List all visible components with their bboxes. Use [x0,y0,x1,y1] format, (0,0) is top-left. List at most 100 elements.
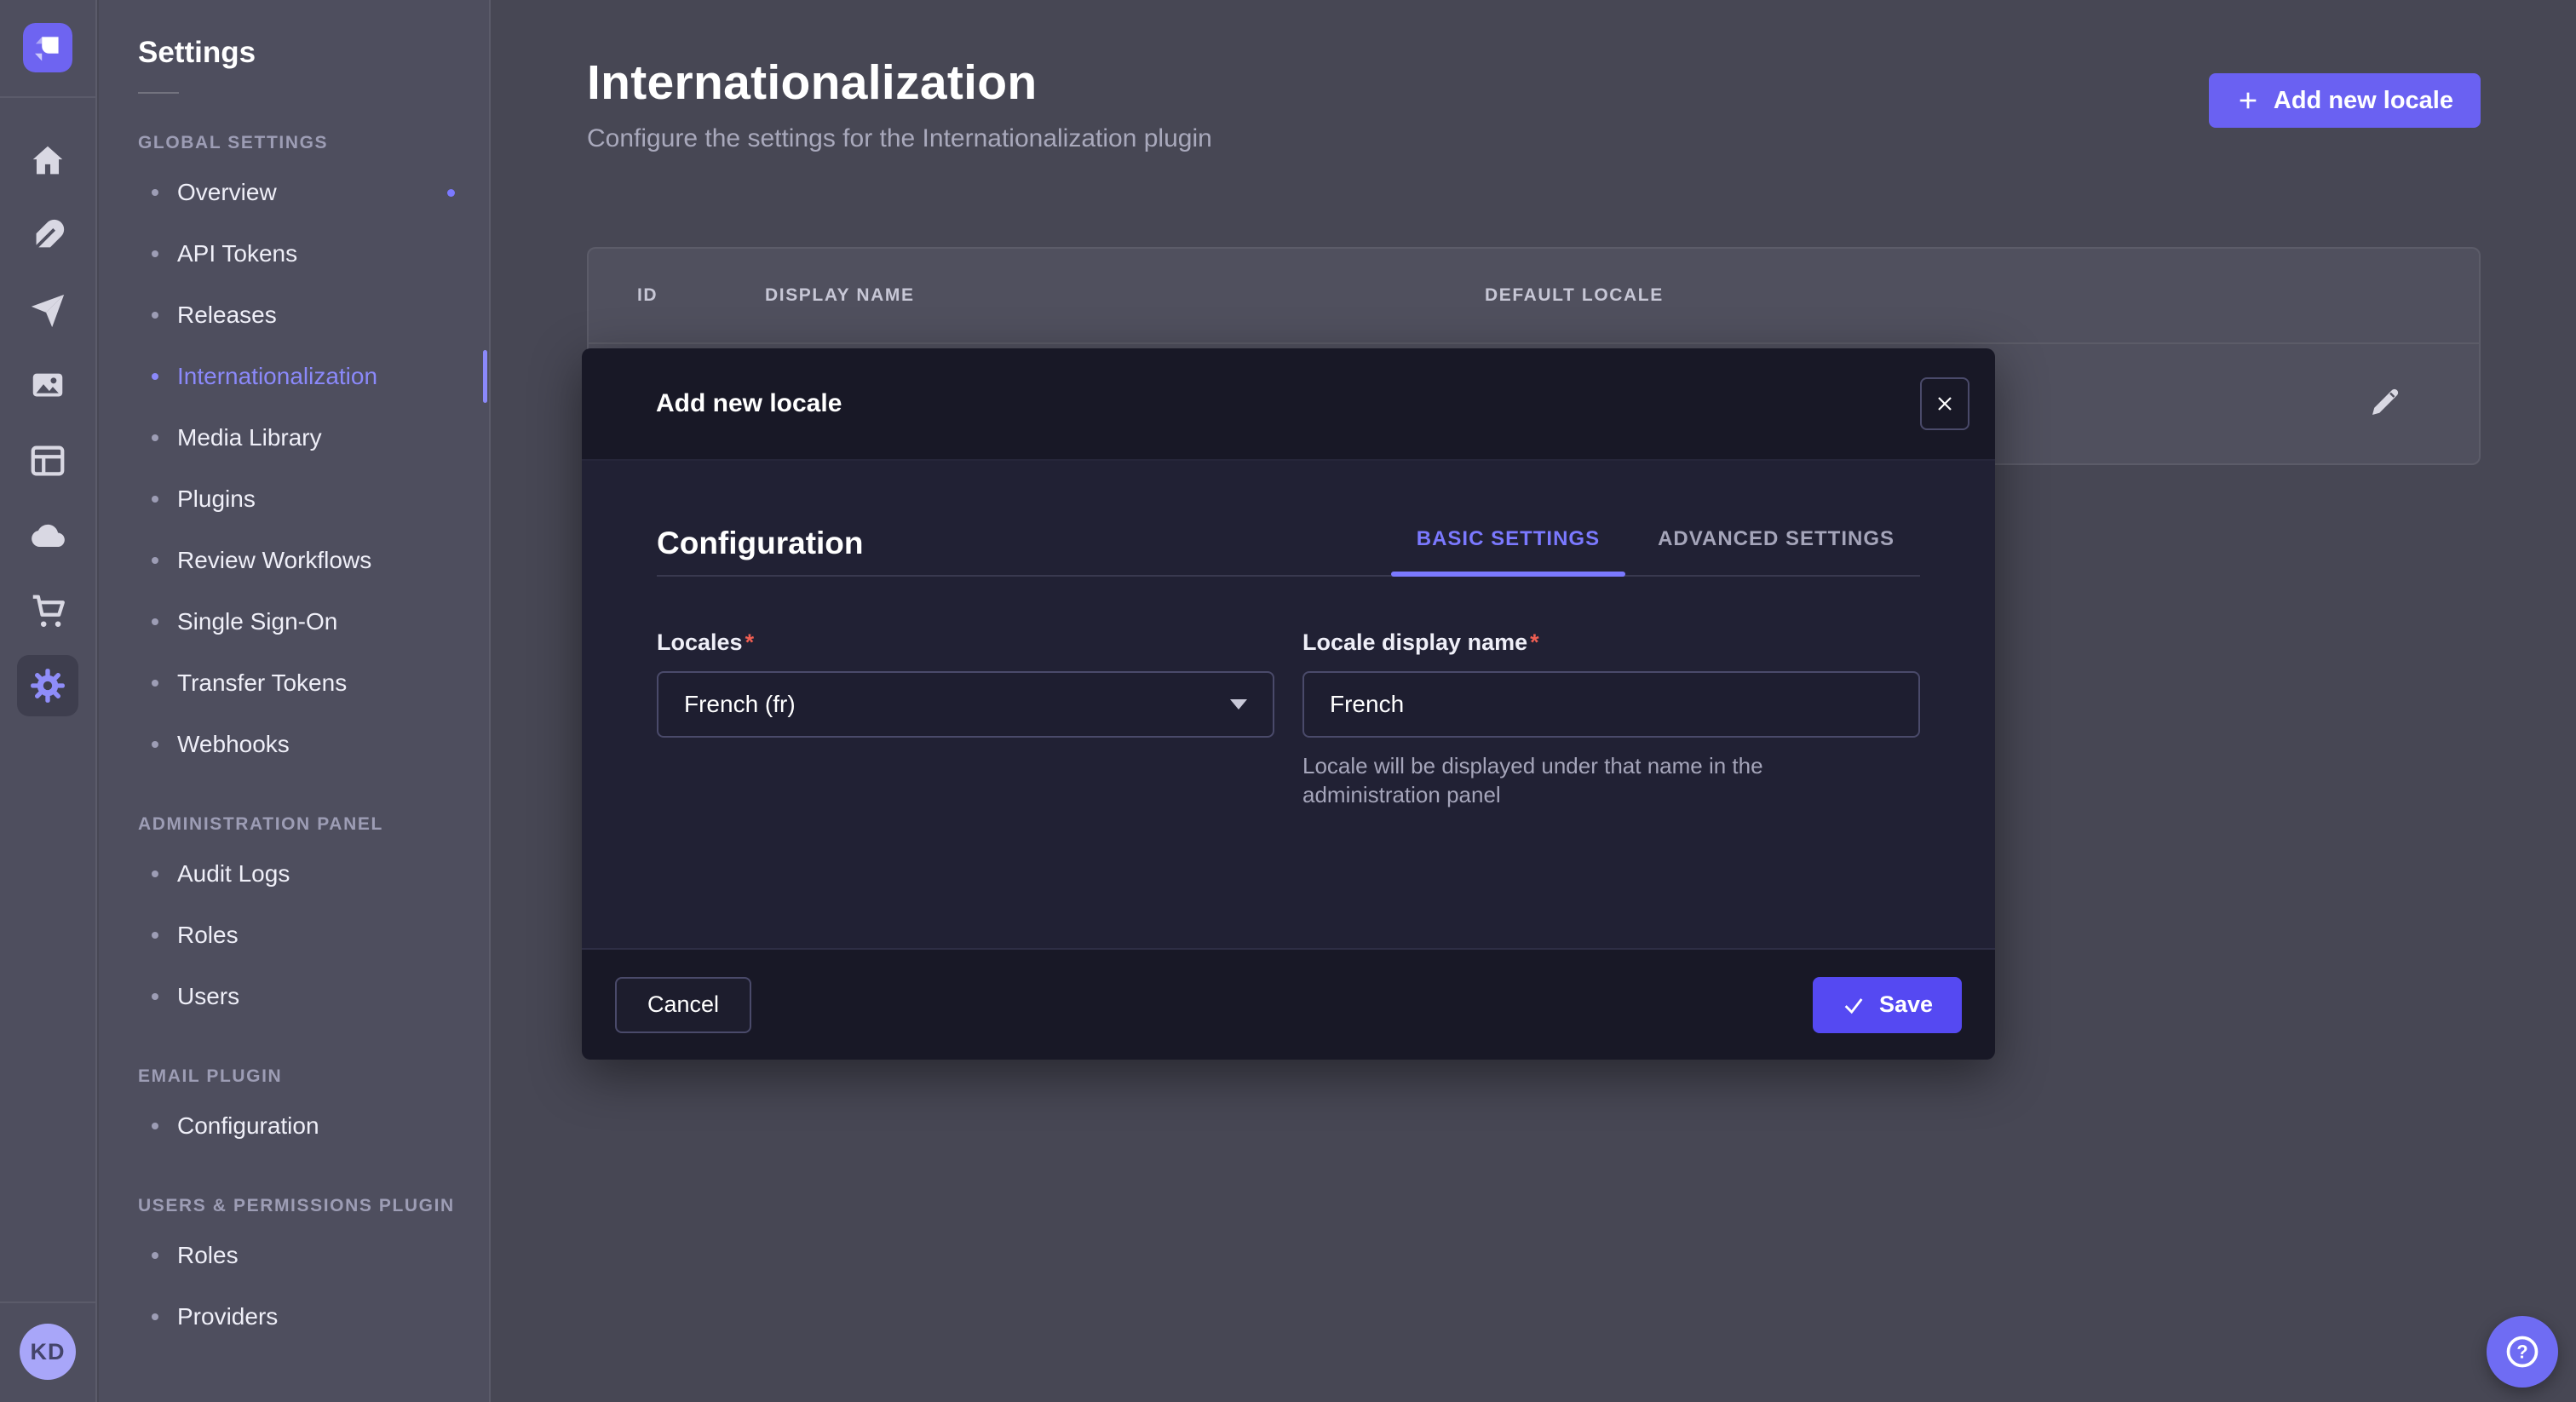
sidebar-item-single-sign-on[interactable]: Single Sign-On [99,591,489,652]
sidebar-item-email-configuration[interactable]: Configuration [99,1095,489,1157]
page-title: Internationalization [587,55,2481,111]
column-default-locale: DEFAULT LOCALE [1485,285,1664,306]
bullet [152,312,158,319]
bullet [152,189,158,196]
cloud-icon [28,516,67,555]
sidebar-item-overview[interactable]: Overview [99,162,489,223]
bullet [152,250,158,257]
modal-tabs: BASIC SETTINGS ADVANCED SETTINGS [1391,527,1920,575]
avatar-initials: KD [31,1339,66,1365]
sidebar-item-media-library[interactable]: Media Library [99,407,489,468]
bullet [152,932,158,939]
bullet [152,1123,158,1129]
modal-footer: Cancel Save [582,948,1995,1060]
locales-select[interactable]: French (fr) [657,671,1274,738]
nav-media-button[interactable] [17,348,78,423]
nav-content-button[interactable] [17,198,78,273]
cancel-button[interactable]: Cancel [615,977,751,1033]
users-permissions-menu: Roles Providers [99,1225,489,1347]
bullet [152,618,158,625]
locales-field: Locales* French (fr) [657,629,1274,809]
sidebar-item-plugins[interactable]: Plugins [99,468,489,530]
page-subtitle: Configure the settings for the Internati… [587,124,2481,153]
bullet [152,496,158,503]
bullet [152,434,158,441]
nav-deploy-button[interactable] [17,498,78,573]
section-global-settings: GLOBAL SETTINGS [138,133,489,153]
configuration-title: Configuration [657,526,864,561]
sidebar-item-releases[interactable]: Releases [99,284,489,346]
logo-section [0,0,95,98]
close-icon [1935,394,1955,414]
modal-title: Add new locale [656,389,842,418]
active-indicator [483,350,487,403]
help-button[interactable]: ? [2487,1316,2558,1388]
table-header-row: ID DISPLAY NAME DEFAULT LOCALE [589,249,2479,344]
edit-locale-button[interactable] [2370,387,2401,420]
display-name-input[interactable] [1330,691,1893,718]
svg-text:?: ? [2516,1341,2527,1362]
user-avatar[interactable]: KD [20,1324,76,1380]
display-name-control [1302,671,1920,738]
sidebar-item-transfer-tokens[interactable]: Transfer Tokens [99,652,489,714]
question-icon: ? [2504,1333,2541,1370]
pencil-icon [2370,387,2401,417]
home-icon [28,141,67,181]
add-new-locale-modal: Add new locale Configuration BASIC SETTI… [582,348,1995,1060]
bullet [152,741,158,748]
settings-sidebar: Settings GLOBAL SETTINGS Overview API To… [99,0,491,1402]
email-plugin-menu: Configuration [99,1095,489,1157]
page-header: Internationalization Configure the setti… [492,0,2576,153]
cart-icon [28,591,67,630]
display-name-hint: Locale will be displayed under that name… [1302,751,1890,809]
sidebar-item-admin-roles[interactable]: Roles [99,905,489,966]
sidebar-item-up-providers[interactable]: Providers [99,1286,489,1347]
settings-gear-icon [28,666,67,705]
global-settings-menu: Overview API Tokens Releases Internation… [99,162,489,775]
bullet [152,993,158,1000]
modal-header: Add new locale [582,348,1995,461]
add-new-locale-button[interactable]: Add new locale [2209,73,2481,128]
administration-panel-menu: Audit Logs Roles Users [99,843,489,1027]
bullet [152,557,158,564]
bullet [152,1313,158,1320]
save-button[interactable]: Save [1813,977,1962,1033]
strapi-logo[interactable] [23,23,72,72]
sidebar-item-admin-users[interactable]: Users [99,966,489,1027]
rail-nav [17,98,78,723]
media-icon [28,366,67,405]
column-id: ID [637,285,765,306]
section-administration-panel: ADMINISTRATION PANEL [138,814,489,835]
tabs-divider [657,575,1920,577]
locales-label: Locales* [657,629,754,655]
section-email-plugin: EMAIL PLUGIN [138,1066,489,1087]
chevron-down-icon [1230,699,1247,710]
sidebar-item-webhooks[interactable]: Webhooks [99,714,489,775]
nav-settings-button[interactable] [17,648,78,723]
settings-active-background [17,655,78,716]
modal-body: Configuration BASIC SETTINGS ADVANCED SE… [582,461,1995,948]
sidebar-title: Settings [138,36,489,70]
locales-selected-value: French (fr) [684,691,796,718]
icon-rail: KD [0,0,97,1402]
bullet [152,871,158,877]
sidebar-item-api-tokens[interactable]: API Tokens [99,223,489,284]
sidebar-item-up-roles[interactable]: Roles [99,1225,489,1286]
send-icon [28,291,67,330]
nav-marketplace-button[interactable] [17,573,78,648]
bullet [152,373,158,380]
nav-builder-button[interactable] [17,423,78,498]
overview-notification-dot [447,189,455,197]
tab-advanced-settings[interactable]: ADVANCED SETTINGS [1632,527,1920,575]
plus-icon [2236,89,2260,112]
column-display-name: DISPLAY NAME [765,285,1485,306]
sidebar-item-review-workflows[interactable]: Review Workflows [99,530,489,591]
modal-fields: Locales* French (fr) Locale display name… [657,629,1920,809]
sidebar-item-audit-logs[interactable]: Audit Logs [99,843,489,905]
nav-home-button[interactable] [17,124,78,198]
layout-icon [28,441,67,480]
sidebar-item-internationalization[interactable]: Internationalization [99,346,489,407]
nav-release-button[interactable] [17,273,78,348]
modal-close-button[interactable] [1920,377,1969,430]
tab-basic-settings[interactable]: BASIC SETTINGS [1391,527,1625,575]
